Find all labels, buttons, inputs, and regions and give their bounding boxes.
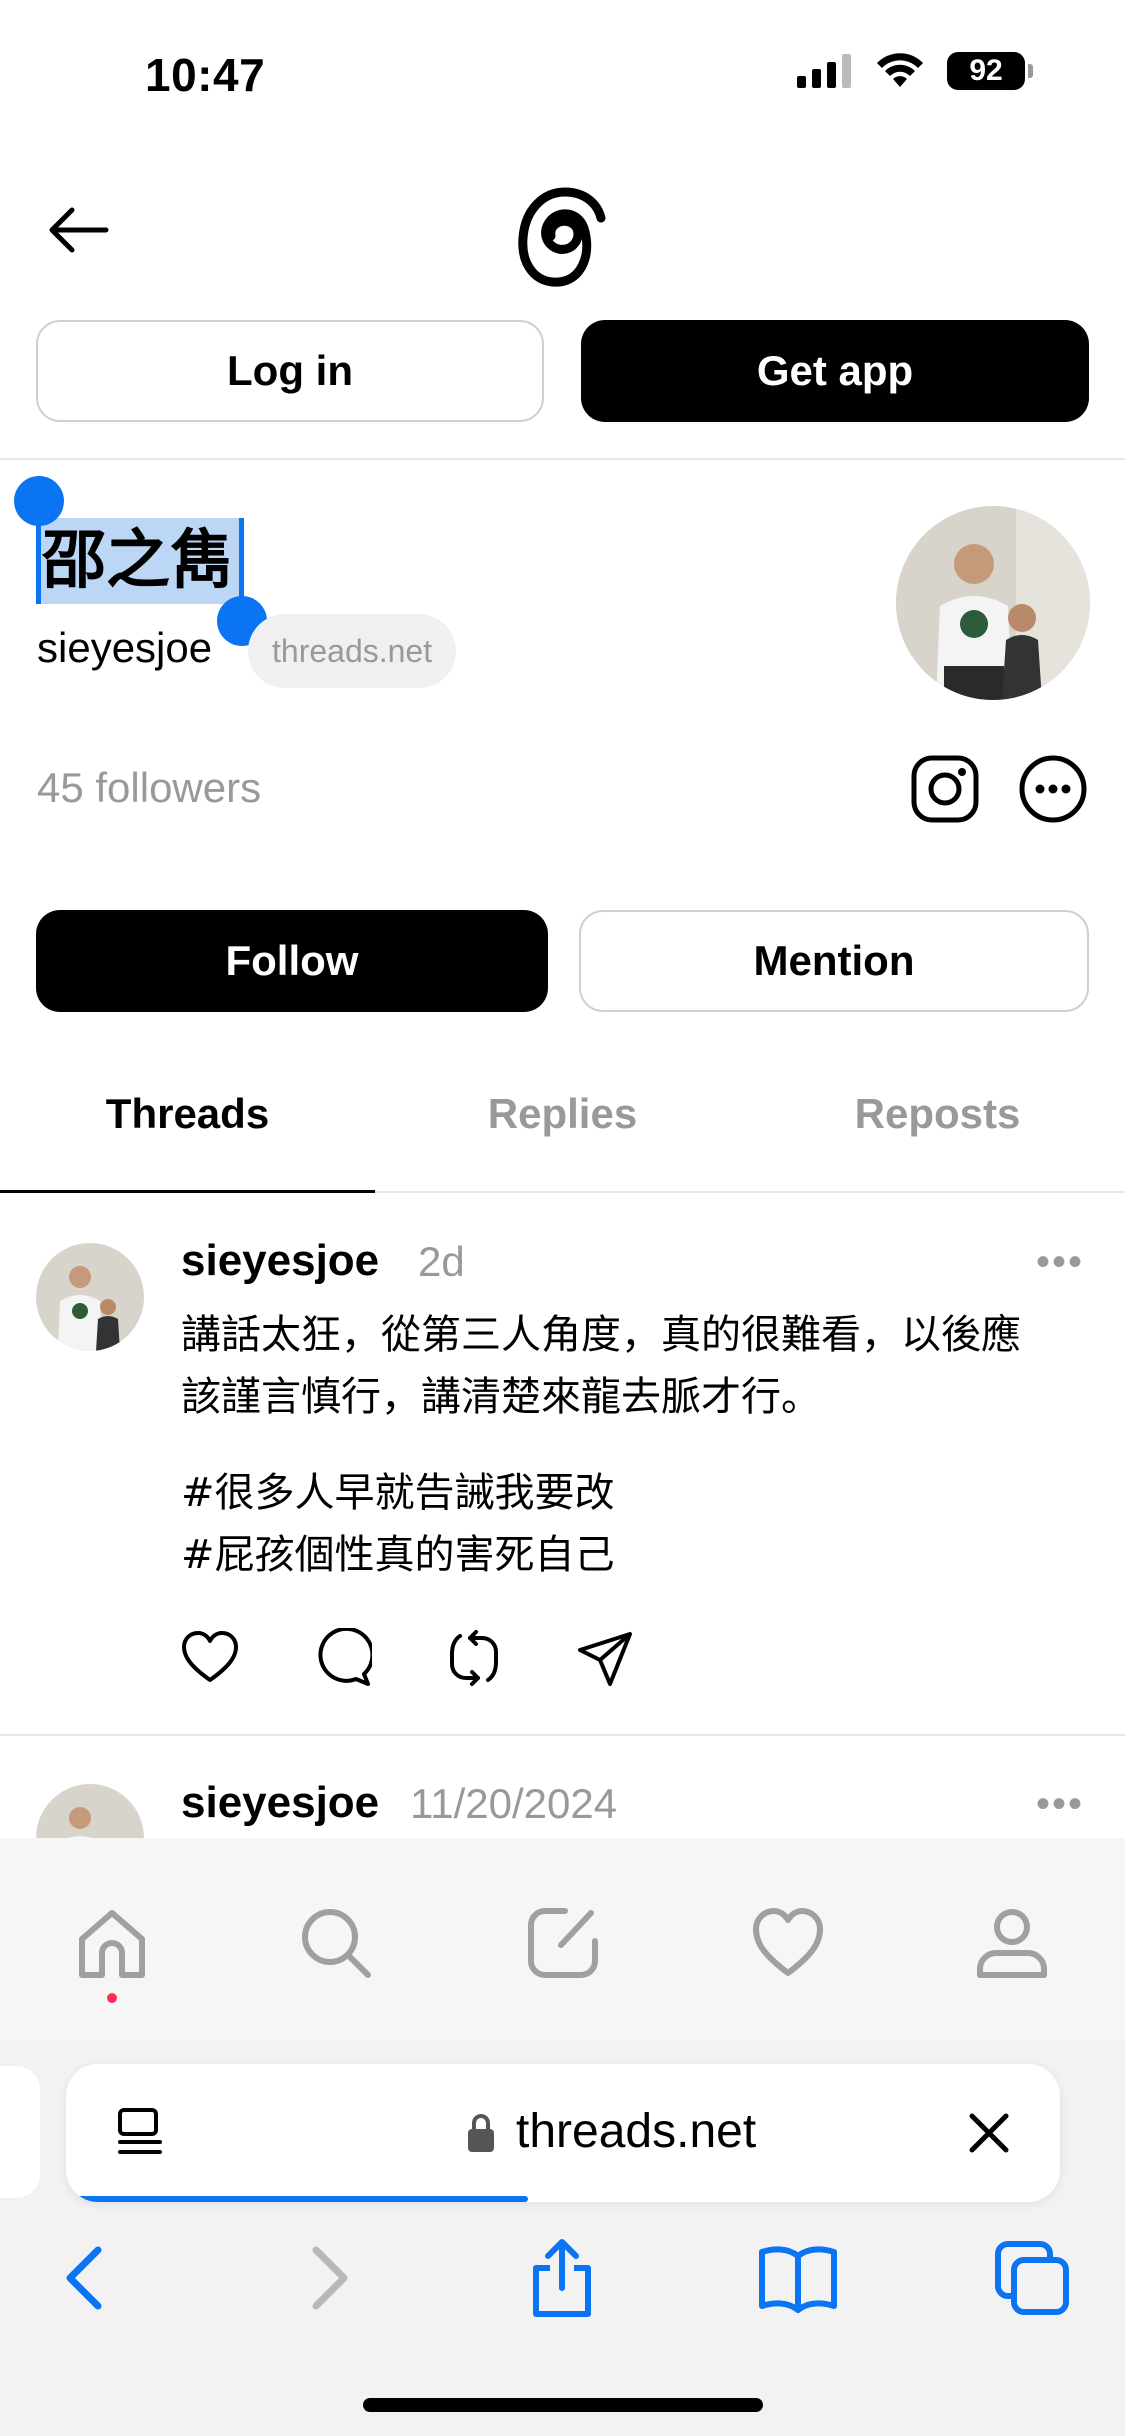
threads-logo-icon[interactable] <box>515 186 609 290</box>
post-more-icon[interactable]: ••• <box>1036 1782 1084 1827</box>
post-hashtag-2[interactable]: #屁孩個性真的害死自己 <box>181 1524 1091 1586</box>
repost-icon[interactable] <box>444 1628 504 1688</box>
post-divider <box>0 1734 1125 1736</box>
more-options-icon[interactable] <box>1018 754 1088 824</box>
address-bar[interactable]: threads.net <box>66 2064 1060 2202</box>
lock-icon <box>468 2114 494 2152</box>
heart-icon[interactable] <box>180 1628 240 1688</box>
profile-username: sieyesjoe <box>37 624 213 671</box>
forward-icon[interactable] <box>288 2238 368 2318</box>
mention-button[interactable]: Mention <box>579 910 1089 1012</box>
post-username[interactable]: sieyesjoe <box>181 1236 379 1286</box>
previous-tab-peek[interactable] <box>0 2066 40 2198</box>
page-load-progress <box>76 2196 528 2202</box>
login-button[interactable]: Log in <box>36 320 544 422</box>
share-icon[interactable] <box>522 2238 602 2318</box>
tab-active-indicator <box>0 1190 375 1193</box>
wifi-icon <box>877 53 923 87</box>
status-time: 10:47 <box>145 49 266 101</box>
comment-icon[interactable] <box>312 1628 372 1688</box>
compose-icon[interactable] <box>525 1905 601 1981</box>
instagram-icon[interactable] <box>910 754 980 824</box>
home-notification-dot <box>107 1993 117 2003</box>
profile-avatar[interactable] <box>896 506 1090 700</box>
activity-heart-icon[interactable] <box>750 1905 826 1981</box>
url-text[interactable]: threads.net <box>516 2104 756 2159</box>
post-hashtag-1[interactable]: #很多人早就告誡我要改 <box>181 1462 1091 1524</box>
home-icon[interactable] <box>74 1905 150 1981</box>
profile-icon[interactable] <box>974 1905 1050 1981</box>
post-timestamp: 2d <box>418 1238 465 1285</box>
back-button[interactable] <box>48 200 118 260</box>
selection-caret-start <box>36 500 41 604</box>
profile-display-name[interactable]: 邵之雋 <box>36 518 240 604</box>
home-indicator <box>363 2398 763 2412</box>
tabs-icon[interactable] <box>992 2238 1072 2318</box>
post-username[interactable]: sieyesjoe <box>181 1778 379 1828</box>
cellular-signal-icon <box>797 54 851 88</box>
post-timestamp: 11/20/2024 <box>410 1780 618 1827</box>
battery-icon: 92 <box>947 52 1033 90</box>
tab-replies[interactable]: Replies <box>375 1090 750 1138</box>
bookmarks-icon[interactable] <box>758 2238 838 2318</box>
status-icons: 92 <box>797 52 1033 90</box>
post-more-icon[interactable]: ••• <box>1036 1240 1084 1285</box>
post-text-line-1: 講話太狂，從第三人角度，真的很難看，以後應 <box>181 1312 1021 1358</box>
reader-icon[interactable] <box>114 2106 166 2158</box>
search-icon[interactable] <box>298 1905 374 1981</box>
followers-count[interactable]: 45 followers <box>37 764 261 812</box>
back-icon[interactable] <box>46 2238 126 2318</box>
tab-reposts[interactable]: Reposts <box>750 1090 1125 1138</box>
domain-badge[interactable]: threads.net <box>248 614 457 688</box>
tab-threads[interactable]: Threads <box>0 1090 375 1138</box>
post-avatar[interactable] <box>36 1243 144 1351</box>
follow-button[interactable]: Follow <box>36 910 548 1012</box>
close-icon[interactable] <box>966 2110 1012 2156</box>
arrow-left-icon <box>49 207 109 253</box>
share-icon[interactable] <box>576 1628 636 1688</box>
header-divider <box>0 458 1125 460</box>
get-app-button[interactable]: Get app <box>581 320 1089 422</box>
battery-level: 92 <box>969 54 1003 87</box>
post-text-line-2: 該謹言慎行，講清楚來龍去脈才行。 <box>181 1374 821 1420</box>
